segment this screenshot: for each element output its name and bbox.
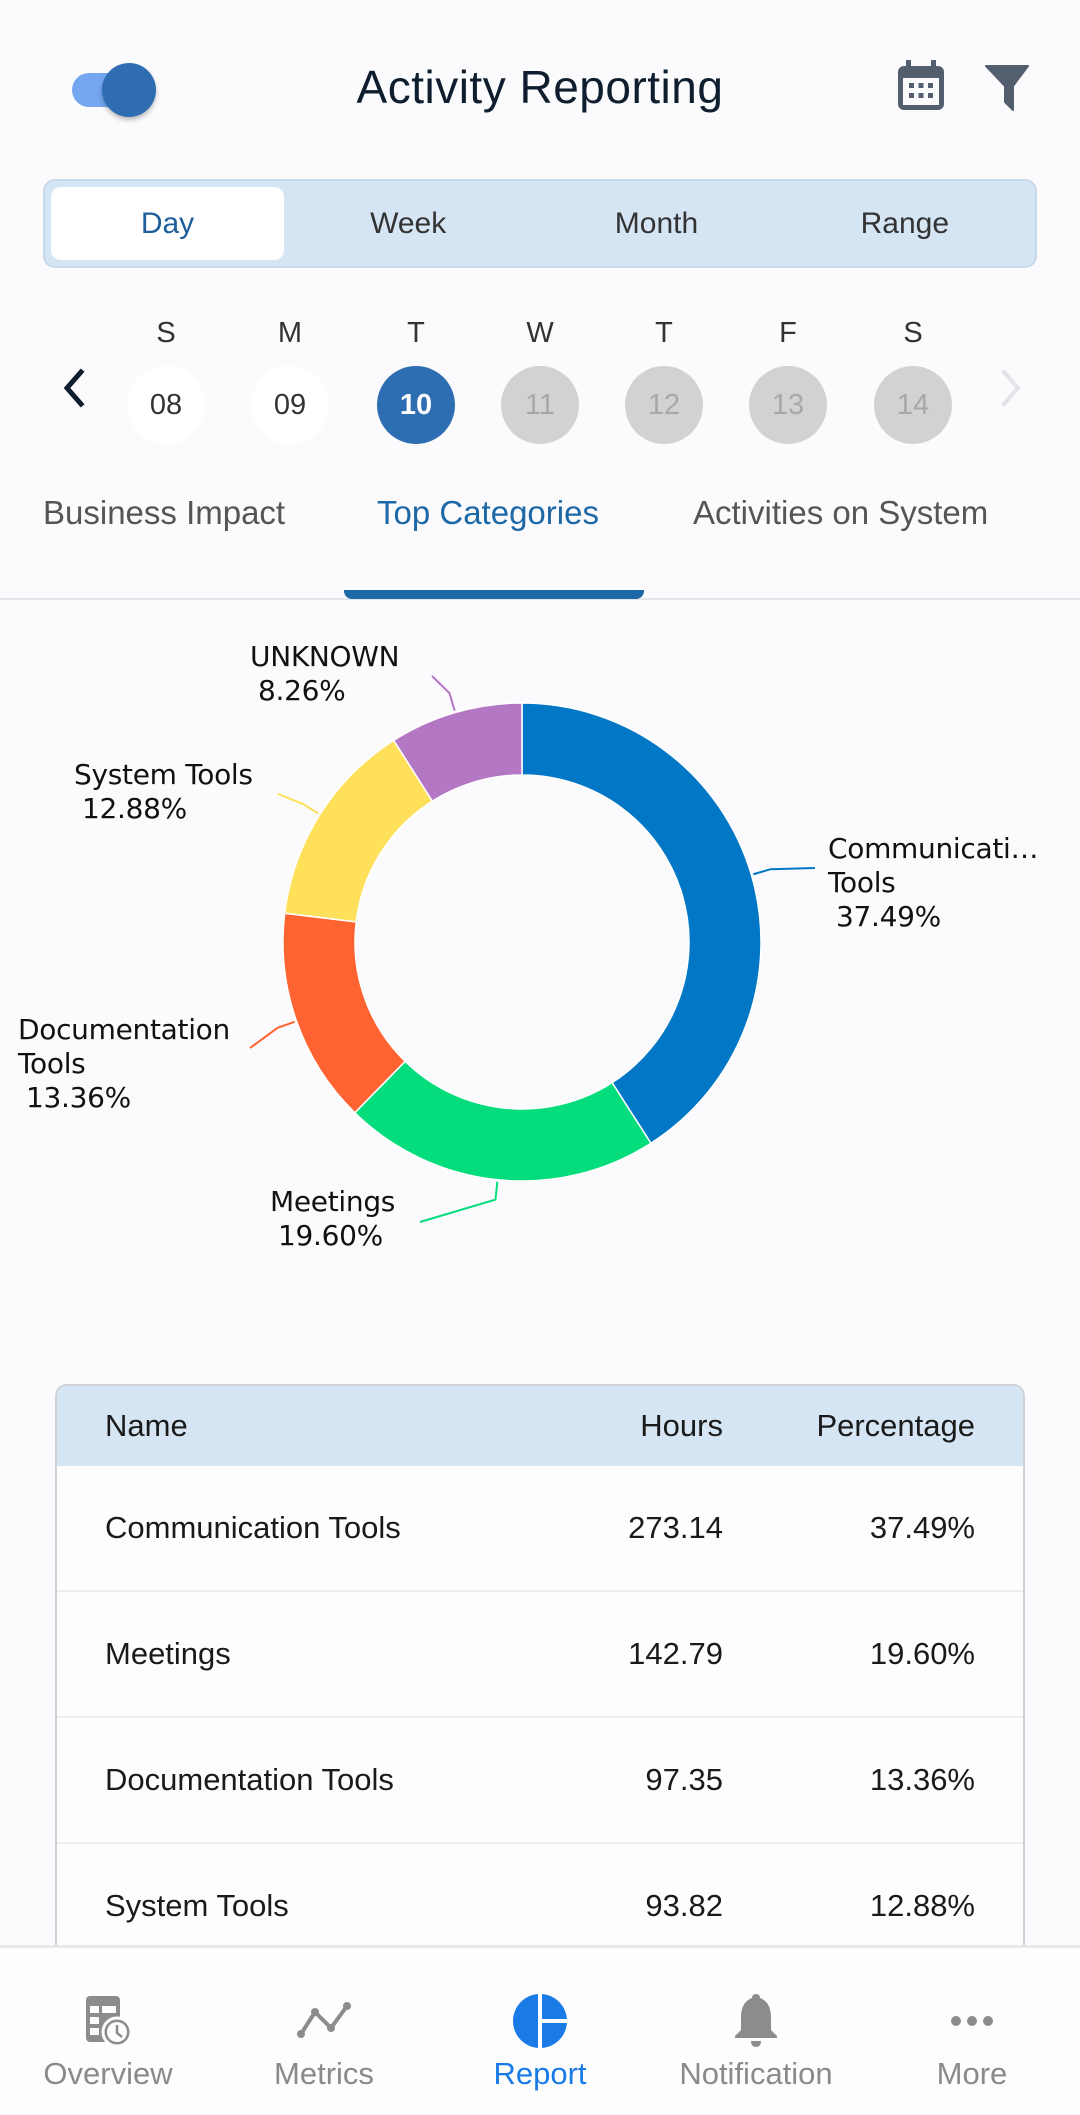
day-item: T 12 — [624, 310, 704, 444]
day-number: 14 — [874, 366, 952, 444]
nav-overview[interactable]: Overview — [0, 1948, 216, 2115]
active-tab-indicator — [344, 590, 644, 599]
tab-day[interactable]: Day — [51, 187, 284, 260]
table-row[interactable]: Documentation Tools 97.35 13.36% — [57, 1718, 1023, 1844]
day-of-week: T — [407, 317, 425, 349]
day-of-week: S — [156, 317, 176, 349]
cell-percentage: 19.60% — [869, 1636, 975, 1671]
slice-label-percent: 19.60% — [278, 1219, 383, 1252]
nav-metrics[interactable]: Metrics — [216, 1948, 432, 2115]
tab-business-impact[interactable]: Business Impact — [43, 494, 285, 532]
cell-name: Communication Tools — [105, 1510, 401, 1545]
period-selector: Day Week Month Range — [43, 179, 1037, 268]
report-icon — [513, 1992, 570, 2050]
leader-line-meetings — [419, 1181, 499, 1223]
slice-label-communication-tools: Communicati… Tools 37.49% — [828, 832, 1048, 934]
tab-range[interactable]: Range — [781, 187, 1029, 260]
bell-icon — [735, 1994, 777, 2047]
cell-hours: 273.14 — [628, 1510, 723, 1545]
app-header: Activity Reporting — [0, 0, 1080, 170]
tab-week[interactable]: Week — [284, 187, 532, 260]
cell-name: Meetings — [105, 1636, 231, 1671]
column-header-name[interactable]: Name — [57, 1408, 523, 1444]
nav-label: Notification — [679, 2056, 833, 2091]
cell-percentage: 37.49% — [869, 1510, 975, 1545]
donut-chart-svg — [249, 675, 816, 1223]
slice-label-name: Communicati… Tools — [828, 832, 1039, 899]
leader-line-system-tools — [277, 793, 319, 815]
tab-top-categories[interactable]: Top Categories — [377, 494, 599, 532]
donut-slice-communication-tools[interactable] — [521, 702, 762, 1145]
categories-table: Name Hours Percentage Communication Tool… — [55, 1384, 1025, 1984]
next-week-button[interactable] — [990, 358, 1030, 418]
day-of-week: W — [526, 317, 554, 349]
day-of-week: T — [655, 317, 673, 349]
cell-hours: 142.79 — [628, 1636, 723, 1671]
table-row[interactable]: Meetings 142.79 19.60% — [57, 1592, 1023, 1718]
column-header-hours[interactable]: Hours — [523, 1408, 723, 1444]
nav-notification[interactable]: Notification — [648, 1948, 864, 2115]
cell-name: Documentation Tools — [105, 1762, 394, 1797]
category-tabs: Business Impact Top Categories Activitie… — [0, 480, 1080, 600]
slice-label-name: UNKNOWN — [250, 640, 400, 673]
chevron-left-icon — [63, 368, 85, 408]
leader-line-communication-tools — [753, 867, 816, 876]
slice-label-name: Meetings — [270, 1185, 396, 1218]
cell-hours: 97.35 — [645, 1762, 723, 1797]
cell-percentage: 13.36% — [869, 1762, 975, 1797]
tab-month[interactable]: Month — [532, 187, 780, 260]
day-number: 13 — [749, 366, 827, 444]
nav-label: More — [936, 2056, 1008, 2091]
nav-label: Metrics — [274, 2056, 374, 2091]
day-item: W 11 — [500, 310, 580, 444]
day-of-week: M — [277, 317, 303, 349]
overview-icon — [86, 1996, 133, 2048]
nav-label: Report — [493, 2056, 587, 2091]
cell-hours: 93.82 — [645, 1888, 723, 1923]
day-number: 12 — [625, 366, 703, 444]
bottom-navigation: Overview Metrics Report Notification Mor… — [0, 1945, 1080, 2115]
slice-label-documentation-tools: Documentation Tools 13.36% — [18, 1013, 248, 1115]
leader-line-documentation-tools — [249, 1020, 295, 1049]
top-categories-donut-chart: Communicati… Tools 37.49% Meetings 19.60… — [0, 600, 1080, 1320]
slice-label-percent: 12.88% — [82, 792, 187, 825]
day-of-week: F — [779, 317, 797, 349]
cell-percentage: 12.88% — [869, 1888, 975, 1923]
slice-label-meetings: Meetings 19.60% — [270, 1185, 395, 1253]
day-number[interactable]: 08 — [127, 366, 205, 444]
day-item: M 09 — [250, 310, 330, 444]
metrics-icon — [297, 2002, 351, 2038]
chevron-right-icon — [1001, 369, 1021, 407]
slice-label-system-tools: System Tools 12.88% — [74, 758, 253, 826]
slice-label-name: System Tools — [74, 758, 253, 791]
day-item: S 14 — [873, 310, 953, 444]
day-number: 11 — [501, 366, 579, 444]
slice-label-percent: 37.49% — [836, 900, 941, 933]
column-header-percentage[interactable]: Percentage — [723, 1408, 1023, 1444]
nav-label: Overview — [43, 2056, 173, 2091]
day-item: S 08 — [126, 310, 206, 444]
cell-name: System Tools — [105, 1888, 289, 1923]
nav-report[interactable]: Report — [432, 1948, 648, 2115]
more-icon — [951, 2016, 993, 2026]
day-of-week: S — [903, 317, 923, 349]
slice-label-name: Documentation Tools — [18, 1013, 230, 1080]
table-row[interactable]: Communication Tools 273.14 37.49% — [57, 1466, 1023, 1592]
filter-icon[interactable] — [980, 56, 1036, 116]
day-item: F 13 — [748, 310, 828, 444]
day-number[interactable]: 09 — [251, 366, 329, 444]
date-strip: S 08 M 09 T 10 W 11 T 12 F 13 S 14 — [0, 310, 1080, 450]
day-number-selected[interactable]: 10 — [377, 366, 455, 444]
slice-label-percent: 8.26% — [258, 674, 346, 707]
slice-label-unknown: UNKNOWN 8.26% — [250, 640, 400, 708]
tab-activities-on-system[interactable]: Activities on System — [693, 494, 988, 532]
day-item: T 10 — [376, 310, 456, 444]
slice-label-percent: 13.36% — [26, 1081, 131, 1114]
prev-week-button[interactable] — [55, 358, 95, 418]
table-header: Name Hours Percentage — [57, 1386, 1023, 1466]
leader-line-unknown — [431, 675, 456, 711]
donut-slice-meetings[interactable] — [353, 1060, 652, 1182]
calendar-icon[interactable] — [894, 56, 950, 116]
nav-more[interactable]: More — [864, 1948, 1080, 2115]
